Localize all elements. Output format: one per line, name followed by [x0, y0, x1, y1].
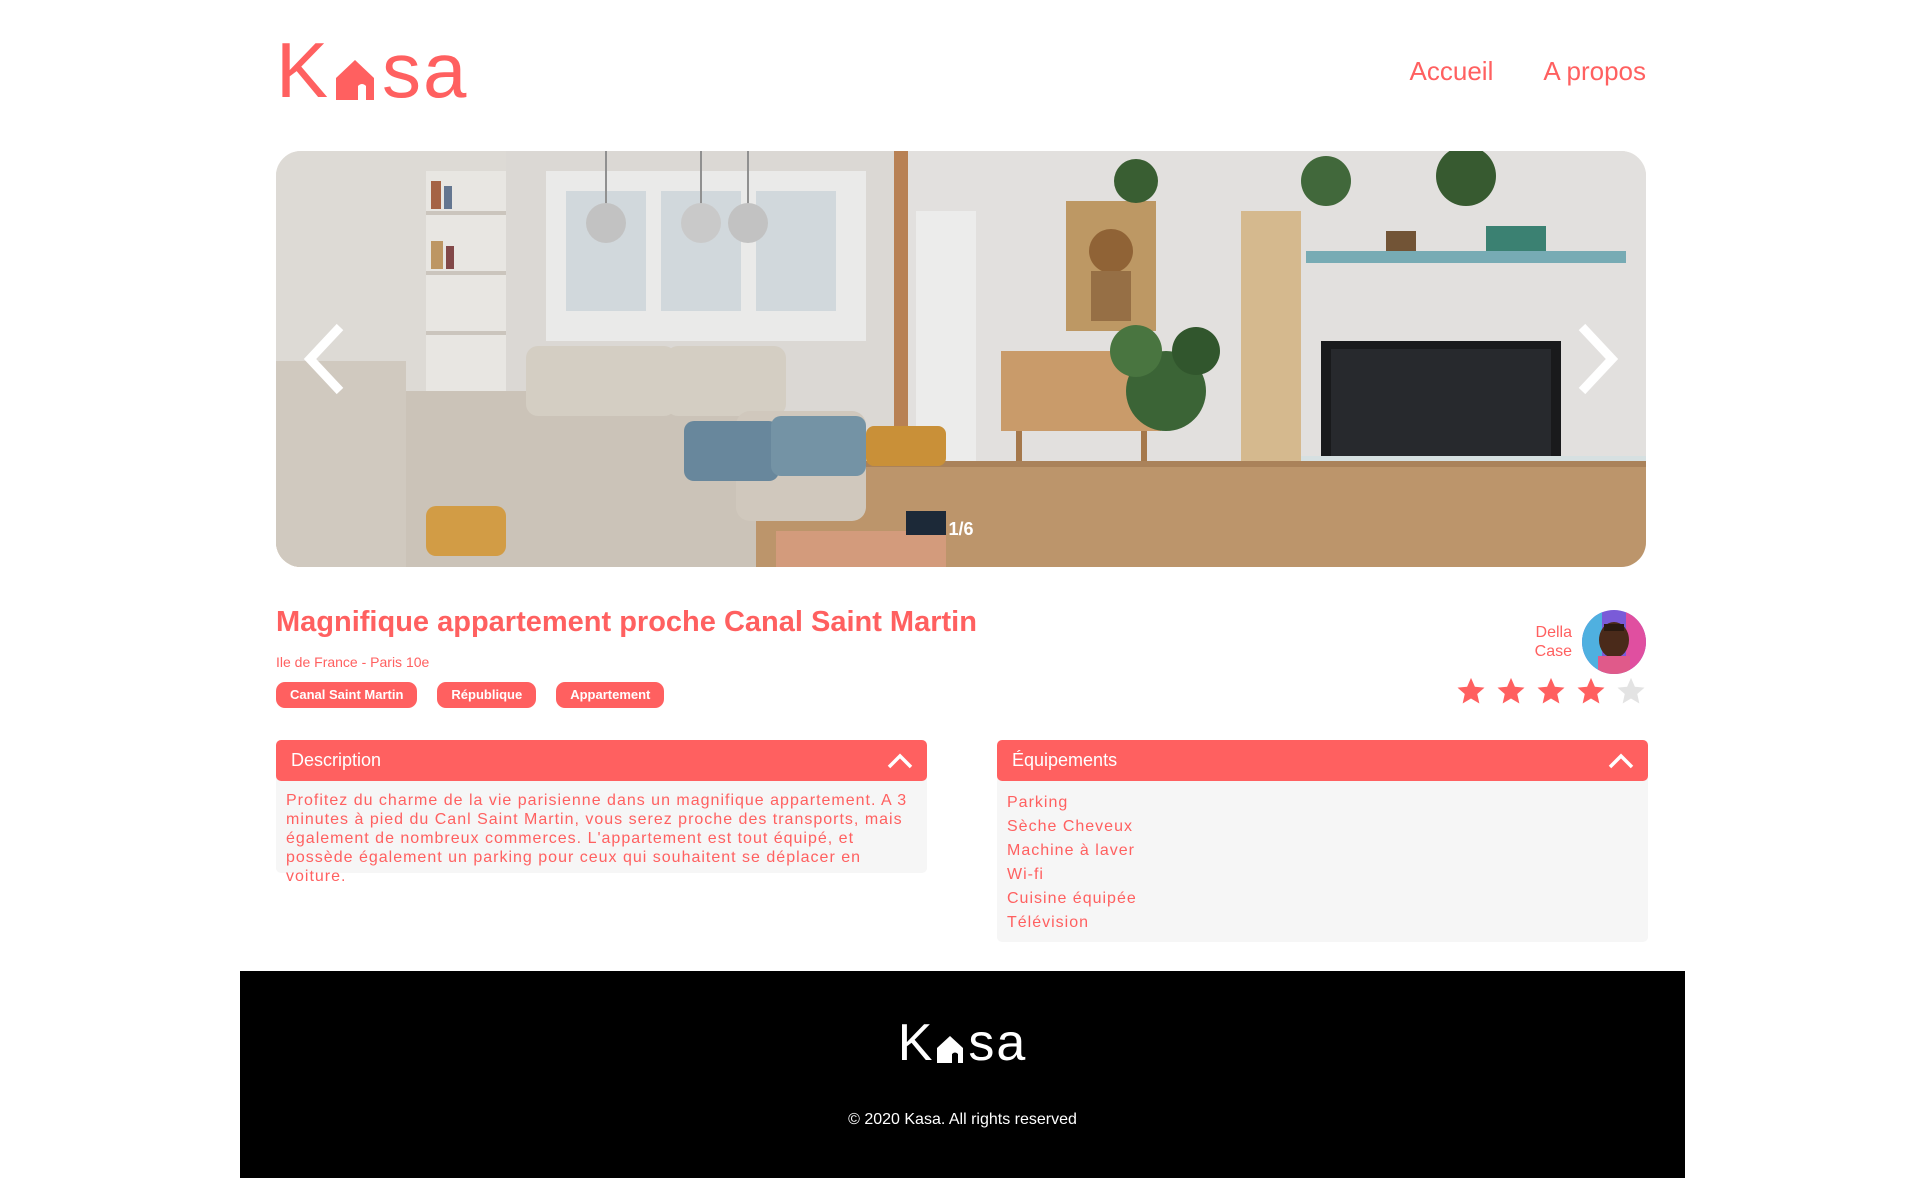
- page: K s a Accueil A propos 1/6 Magnifique ap…: [0, 0, 1920, 1178]
- equipments-label: Équipements: [1012, 750, 1118, 770]
- header: K s a Accueil A propos: [276, 26, 1646, 114]
- house-icon: [937, 1036, 964, 1063]
- footer-logo: K s a: [240, 1014, 1685, 1072]
- logo-letter-a: a: [996, 1014, 1028, 1072]
- list-item: Sèche Cheveux: [1007, 818, 1133, 835]
- list-item: Wi-fi: [1007, 866, 1044, 883]
- equipments-collapse: Équipements Parking Sèche Cheveux Machin…: [997, 740, 1648, 942]
- kasa-logo[interactable]: K s a: [276, 26, 469, 114]
- tag: République: [437, 682, 537, 708]
- footer: K s a © 2020 Kasa. All rights reserved: [240, 971, 1685, 1178]
- list-item: Télévision: [1007, 914, 1090, 931]
- list-item: Parking: [1007, 794, 1069, 811]
- chevron-left-icon: [303, 323, 344, 395]
- logo-letter-s: s: [382, 26, 424, 114]
- star-filled-icon: [1577, 677, 1605, 704]
- logo-letter-s: s: [968, 1014, 997, 1072]
- chevron-up-icon: [887, 753, 913, 768]
- logo-letter-k: K: [897, 1014, 935, 1072]
- avatar: [1582, 610, 1646, 674]
- carousel-prev-button[interactable]: [296, 319, 356, 399]
- logo-letter-a: a: [423, 26, 469, 114]
- nav-link-a-propos[interactable]: A propos: [1543, 56, 1646, 87]
- listing-title: Magnifique appartement proche Canal Sain…: [276, 606, 977, 638]
- description-collapse: Description Profitez du charme de la vie…: [276, 740, 927, 885]
- listing-location: Ile de France - Paris 10e: [276, 654, 430, 670]
- description-label: Description: [291, 750, 382, 770]
- tag: Canal Saint Martin: [276, 682, 418, 708]
- chevron-right-icon: [1578, 323, 1619, 395]
- copyright: © 2020 Kasa. All rights reserved: [848, 1111, 1077, 1128]
- tag: Appartement: [556, 682, 665, 708]
- list-item: Cuisine équipée: [1007, 890, 1137, 907]
- star-filled-icon: [1497, 677, 1525, 704]
- description-toggle[interactable]: Description: [276, 740, 927, 781]
- house-icon: [336, 60, 375, 100]
- star-rating: [1456, 676, 1646, 706]
- nav-link-accueil[interactable]: Accueil: [1410, 56, 1494, 87]
- carousel-next-button[interactable]: [1566, 319, 1626, 399]
- host-name: Della Case: [1512, 623, 1572, 661]
- star-filled-icon: [1457, 677, 1485, 704]
- host-last-name: Case: [1534, 643, 1572, 660]
- apartment-photo: [276, 151, 1646, 567]
- chevron-up-icon: [1608, 753, 1634, 768]
- carousel-counter: 1/6: [948, 519, 974, 539]
- star-filled-icon: [1537, 677, 1565, 704]
- equipments-list: Parking Sèche Cheveux Machine à laver Wi…: [997, 776, 1648, 942]
- main-nav: Accueil A propos: [1410, 56, 1646, 87]
- photo-carousel: 1/6: [276, 151, 1646, 567]
- host-first-name: Della: [1535, 624, 1572, 641]
- list-item: Machine à laver: [1007, 842, 1135, 859]
- logo-letter-k: K: [276, 26, 331, 114]
- description-text: Profitez du charme de la vie parisienne …: [276, 776, 927, 885]
- host-info: Della Case: [1512, 610, 1646, 674]
- star-empty-icon: [1617, 677, 1645, 704]
- equipments-toggle[interactable]: Équipements: [997, 740, 1648, 781]
- tag-list: Canal Saint Martin République Appartemen…: [276, 682, 665, 708]
